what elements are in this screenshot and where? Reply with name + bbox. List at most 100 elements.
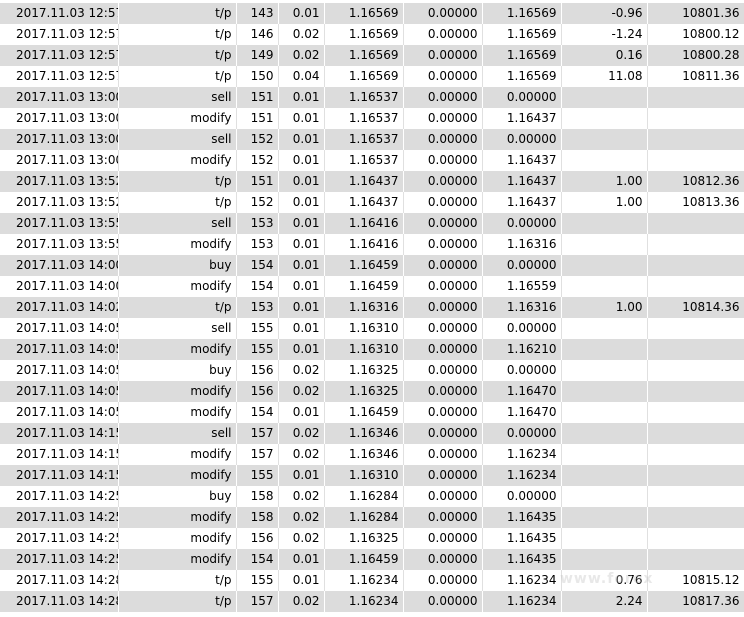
table-row[interactable]: 2017.11.03 14:02 t/p 153 0.01 1.16316 0.00000… bbox=[0, 297, 744, 318]
cell-price: 1.16459 bbox=[324, 402, 404, 423]
table-row[interactable]: 2017.11.03 14:00 modify 154 0.01 1.16459 0.00… bbox=[0, 276, 744, 297]
cell-sl: 0.00000 bbox=[403, 276, 483, 297]
table-row[interactable]: 2017.11.03 14:05 sell 155 0.01 1.16310 0.0000… bbox=[0, 318, 744, 339]
cell-time: 2017.11.03 13:55 bbox=[0, 213, 119, 234]
cell-profit bbox=[561, 507, 648, 528]
cell-type: modify bbox=[118, 528, 237, 549]
cell-order: 156 bbox=[236, 360, 279, 381]
cell-sl: 0.00000 bbox=[403, 549, 483, 570]
table-row[interactable]: 2017.11.03 13:52 t/p 152 0.01 1.16437 0.00000… bbox=[0, 192, 744, 213]
cell-size: 0.01 bbox=[278, 402, 325, 423]
cell-size: 0.02 bbox=[278, 591, 325, 612]
cell-type: sell bbox=[118, 87, 237, 108]
cell-price: 1.16316 bbox=[324, 297, 404, 318]
cell-order: 153 bbox=[236, 234, 279, 255]
cell-size: 0.01 bbox=[278, 150, 325, 171]
cell-time: 2017.11.03 12:57 bbox=[0, 45, 119, 66]
cell-order: 153 bbox=[236, 213, 279, 234]
cell-balance bbox=[647, 444, 744, 465]
cell-size: 0.02 bbox=[278, 381, 325, 402]
table-row[interactable]: 2017.11.03 14:28 t/p 155 0.01 1.16234 0.00000… bbox=[0, 570, 744, 591]
table-row[interactable]: 2017.11.03 13:52 t/p 151 0.01 1.16437 0.00000… bbox=[0, 171, 744, 192]
cell-profit: 2.24 bbox=[561, 591, 648, 612]
cell-sl: 0.00000 bbox=[403, 318, 483, 339]
table-row[interactable]: 2017.11.03 14:05 modify 156 0.02 1.16325 0.00… bbox=[0, 381, 744, 402]
table-row[interactable]: 2017.11.03 12:57 t/p 149 0.02 1.16569 0.00000… bbox=[0, 45, 744, 66]
cell-price: 1.16310 bbox=[324, 465, 404, 486]
table-row[interactable]: 2017.11.03 14:25 modify 156 0.02 1.16325 0.00… bbox=[0, 528, 744, 549]
cell-price: 1.16459 bbox=[324, 255, 404, 276]
table-row[interactable]: 2017.11.03 14:25 buy 158 0.02 1.16284 0.00000… bbox=[0, 486, 744, 507]
cell-order: 154 bbox=[236, 255, 279, 276]
cell-sl: 0.00000 bbox=[403, 465, 483, 486]
cell-time: 2017.11.03 14:00 bbox=[0, 276, 119, 297]
table-row[interactable]: 2017.11.03 13:55 modify 153 0.01 1.16416 0.00… bbox=[0, 234, 744, 255]
cell-time: 2017.11.03 13:52 bbox=[0, 171, 119, 192]
cell-profit bbox=[561, 87, 648, 108]
table-row[interactable]: 2017.11.03 14:25 modify 158 0.02 1.16284 0.00… bbox=[0, 507, 744, 528]
table-row[interactable]: 2017.11.03 13:55 sell 153 0.01 1.16416 0.0000… bbox=[0, 213, 744, 234]
table-row[interactable]: 2017.11.03 12:57 t/p 143 0.01 1.16569 0.00000… bbox=[0, 3, 744, 24]
cell-profit: 0.16 bbox=[561, 45, 648, 66]
cell-tp: 1.16435 bbox=[482, 528, 562, 549]
cell-size: 0.02 bbox=[278, 528, 325, 549]
cell-balance: 10811.36 bbox=[647, 66, 744, 87]
cell-profit bbox=[561, 402, 648, 423]
table-row[interactable]: 2017.11.03 13:00 sell 151 0.01 1.16537 0.0000… bbox=[0, 87, 744, 108]
cell-balance bbox=[647, 528, 744, 549]
cell-order: 156 bbox=[236, 528, 279, 549]
cell-profit bbox=[561, 276, 648, 297]
table-row[interactable]: 2017.11.03 14:00 buy 154 0.01 1.16459 0.00000… bbox=[0, 255, 744, 276]
cell-order: 143 bbox=[236, 3, 279, 24]
cell-type: modify bbox=[118, 339, 237, 360]
cell-order: 152 bbox=[236, 192, 279, 213]
cell-sl: 0.00000 bbox=[403, 234, 483, 255]
table-row[interactable]: 2017.11.03 14:15 modify 155 0.01 1.16310 0.00… bbox=[0, 465, 744, 486]
cell-tp: 1.16234 bbox=[482, 591, 562, 612]
table-row[interactable]: 2017.11.03 13:00 modify 152 0.01 1.16537 0.00… bbox=[0, 150, 744, 171]
cell-time: 2017.11.03 14:25 bbox=[0, 486, 119, 507]
cell-time: 2017.11.03 14:00 bbox=[0, 255, 119, 276]
cell-order: 155 bbox=[236, 465, 279, 486]
cell-balance bbox=[647, 486, 744, 507]
cell-type: sell bbox=[118, 213, 237, 234]
cell-tp: 1.16569 bbox=[482, 45, 562, 66]
cell-tp: 1.16437 bbox=[482, 171, 562, 192]
cell-price: 1.16346 bbox=[324, 423, 404, 444]
cell-tp: 1.16569 bbox=[482, 3, 562, 24]
cell-time: 2017.11.03 12:57 bbox=[0, 3, 119, 24]
cell-time: 2017.11.03 14:05 bbox=[0, 318, 119, 339]
table-row[interactable]: 2017.11.03 14:28 t/p 157 0.02 1.16234 0.00000… bbox=[0, 591, 744, 612]
cell-size: 0.01 bbox=[278, 213, 325, 234]
table-row[interactable]: 2017.11.03 12:57 t/p 150 0.04 1.16569 0.00000… bbox=[0, 66, 744, 87]
cell-type: t/p bbox=[118, 3, 237, 24]
table-row[interactable]: 2017.11.03 14:05 modify 154 0.01 1.16459 0.00… bbox=[0, 402, 744, 423]
table-row[interactable]: 2017.11.03 14:05 modify 155 0.01 1.16310 0.00… bbox=[0, 339, 744, 360]
table-row[interactable]: 2017.11.03 12:57 t/p 146 0.02 1.16569 0.00000… bbox=[0, 24, 744, 45]
cell-profit bbox=[561, 234, 648, 255]
cell-profit bbox=[561, 318, 648, 339]
cell-sl: 0.00000 bbox=[403, 108, 483, 129]
table-row[interactable]: 2017.11.03 14:15 modify 157 0.02 1.16346 0.00… bbox=[0, 444, 744, 465]
cell-type: buy bbox=[118, 360, 237, 381]
table-row[interactable]: 2017.11.03 13:00 sell 152 0.01 1.16537 0.0000… bbox=[0, 129, 744, 150]
cell-profit bbox=[561, 213, 648, 234]
cell-price: 1.16437 bbox=[324, 171, 404, 192]
table-row[interactable]: 2017.11.03 14:25 modify 154 0.01 1.16459 0.00… bbox=[0, 549, 744, 570]
table-row[interactable]: 2017.11.03 14:05 buy 156 0.02 1.16325 0.00000… bbox=[0, 360, 744, 381]
table-row[interactable]: 2017.11.03 13:00 modify 151 0.01 1.16537 0.00… bbox=[0, 108, 744, 129]
cell-tp: 1.16470 bbox=[482, 402, 562, 423]
table-row[interactable]: 2017.11.03 14:15 sell 157 0.02 1.16346 0.0000… bbox=[0, 423, 744, 444]
cell-sl: 0.00000 bbox=[403, 255, 483, 276]
cell-price: 1.16234 bbox=[324, 591, 404, 612]
cell-sl: 0.00000 bbox=[403, 528, 483, 549]
cell-balance: 10800.28 bbox=[647, 45, 744, 66]
cell-balance bbox=[647, 507, 744, 528]
cell-order: 154 bbox=[236, 402, 279, 423]
cell-profit bbox=[561, 486, 648, 507]
cell-size: 0.01 bbox=[278, 255, 325, 276]
cell-time: 2017.11.03 14:15 bbox=[0, 423, 119, 444]
cell-type: t/p bbox=[118, 24, 237, 45]
trade-history-table: 2017.11.03 12:57 t/p 143 0.01 1.16569 0.00000… bbox=[0, 3, 744, 612]
cell-size: 0.01 bbox=[278, 570, 325, 591]
